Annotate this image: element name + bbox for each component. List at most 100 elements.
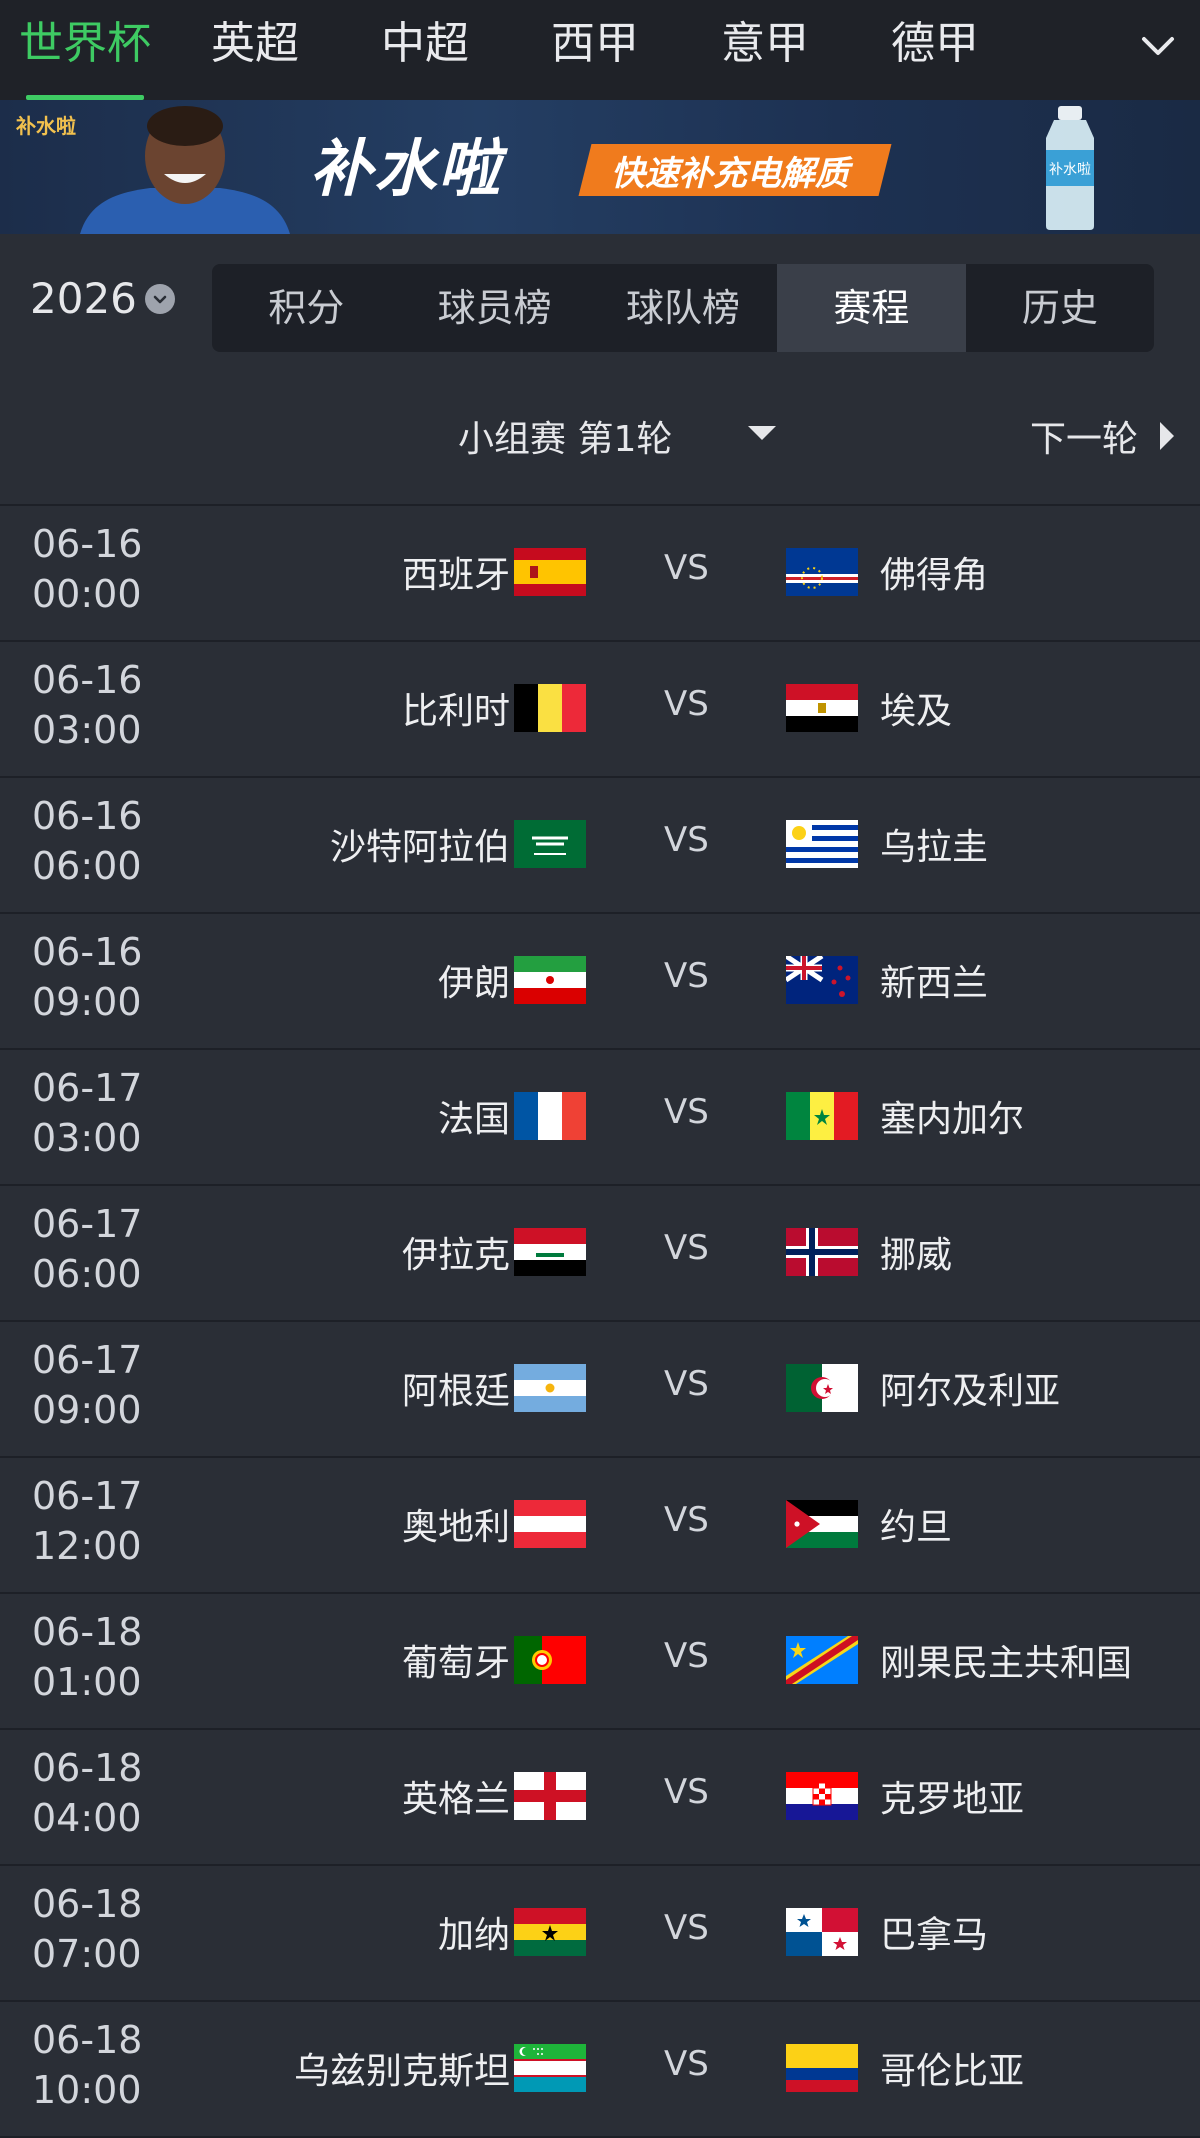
match-row[interactable]: 06-16 09:00 伊朗 VS 新西兰 [0,914,1200,1050]
match-date: 06-17 [32,1474,143,1518]
match-date: 06-18 [32,1746,143,1790]
tab-history[interactable]: 历史 [966,264,1154,352]
match-row[interactable]: 06-16 00:00 西班牙 VS 佛得角 [0,506,1200,642]
home-team-name: 伊拉克 [401,1235,510,1276]
banner-brand: 补水啦 [310,132,503,205]
away-team-name: 挪威 [880,1235,953,1276]
match-row[interactable]: 06-18 10:00 乌兹别克斯坦 VS 哥伦比亚 [0,2002,1200,2138]
match-row[interactable]: 06-18 07:00 加纳 VS 巴拿马 [0,1866,1200,2002]
match-row[interactable]: 06-17 06:00 伊拉克 VS 挪威 [0,1186,1200,1322]
match-date: 06-16 [32,794,143,838]
match-date: 06-18 [32,2018,143,2062]
tab-player-rankings[interactable]: 球员榜 [400,264,588,352]
match-date: 06-16 [32,930,143,974]
home-team-name: 加纳 [437,1915,510,1956]
next-arrow-icon[interactable] [1160,422,1174,450]
home-team-name: 伊朗 [437,963,510,1004]
tab-premier-league[interactable]: 英超 [170,0,340,100]
home-team-name: 英格兰 [401,1779,510,1820]
tab-team-rankings[interactable]: 球队榜 [589,264,777,352]
tab-serie-a[interactable]: 意甲 [680,0,850,100]
away-team-name: 哥伦比亚 [880,2051,1025,2092]
home-team-name: 西班牙 [401,555,510,596]
match-date: 06-18 [32,1610,143,1654]
match-row[interactable]: 06-17 09:00 阿根廷 VS 阿尔及利亚 [0,1322,1200,1458]
season-selector[interactable]: 2026 [30,274,175,323]
ad-banner[interactable]: 补水啦 补水啦 快速补充电解质 补水啦 [0,100,1200,234]
tab-bundesliga[interactable]: 德甲 [850,0,1020,100]
round-selector[interactable]: 小组赛 第1轮 [458,410,672,462]
match-date: 06-17 [32,1338,143,1382]
next-round-button[interactable]: 下一轮 [1030,410,1138,462]
away-team-flag-icon [786,1908,858,1956]
match-time: 12:00 [32,1524,142,1568]
vs-label: VS [664,1364,709,1404]
away-team-name: 阿尔及利亚 [880,1371,1061,1412]
home-team-flag-icon [514,684,586,732]
match-list: 06-16 00:00 西班牙 VS 佛得角 06-16 03:00 比利时 VS 埃及 06-16… [0,506,1200,2138]
match-row[interactable]: 06-18 01:00 葡萄牙 VS 刚果民主共和国 [0,1594,1200,1730]
home-team-flag-icon [514,956,586,1004]
season-dropdown-icon [144,283,175,314]
home-team-flag-icon [514,1772,586,1820]
away-team-name: 乌拉圭 [880,827,989,868]
home-team-flag-icon [514,1908,586,1956]
away-team-flag-icon [786,548,858,596]
away-team-flag-icon [786,1228,858,1276]
home-team-name: 沙特阿拉伯 [329,827,510,868]
home-team-flag-icon [514,1092,586,1140]
vs-label: VS [664,1908,709,1948]
bottle-label: 补水啦 [1049,161,1091,178]
away-team-flag-icon [786,1500,858,1548]
away-team-flag-icon [786,1092,858,1140]
tab-csl[interactable]: 中超 [340,0,510,100]
vs-label: VS [664,820,709,860]
vs-label: VS [664,1636,709,1676]
vs-label: VS [664,2044,709,2084]
match-time: 04:00 [32,1796,142,1840]
tab-standings[interactable]: 积分 [212,264,400,352]
round-dropdown-icon[interactable] [748,426,776,440]
away-team-name: 佛得角 [880,555,989,596]
match-row[interactable]: 06-16 03:00 比利时 VS 埃及 [0,642,1200,778]
away-team-name: 巴拿马 [880,1915,989,1956]
bottle-image: 补水啦 [1030,104,1110,232]
match-row[interactable]: 06-17 12:00 奥地利 VS 约旦 [0,1458,1200,1594]
match-time: 09:00 [32,1388,142,1432]
vs-label: VS [664,1092,709,1132]
away-team-name: 埃及 [880,691,953,732]
sub-header: 2026 积分 球员榜 球队榜 赛程 历史 [0,234,1200,384]
season-year: 2026 [30,274,137,323]
away-team-flag-icon [786,1772,858,1820]
match-time: 00:00 [32,572,142,616]
match-time: 03:00 [32,1116,142,1160]
home-team-name: 奥地利 [401,1507,510,1548]
away-team-flag-icon [786,2044,858,2092]
vs-label: VS [664,684,709,724]
vs-label: VS [664,1228,709,1268]
home-team-name: 葡萄牙 [401,1643,510,1684]
match-row[interactable]: 06-18 04:00 英格兰 VS 克罗地亚 [0,1730,1200,1866]
segment-tabs: 积分 球员榜 球队榜 赛程 历史 [212,264,1154,352]
home-team-flag-icon [514,1364,586,1412]
away-team-flag-icon [786,956,858,1004]
vs-label: VS [664,956,709,996]
vs-label: VS [664,1772,709,1812]
tab-schedule[interactable]: 赛程 [777,264,966,352]
match-time: 01:00 [32,1660,142,1704]
match-time: 09:00 [32,980,142,1024]
match-row[interactable]: 06-16 06:00 沙特阿拉伯 VS 乌拉圭 [0,778,1200,914]
match-date: 06-16 [32,522,143,566]
home-team-flag-icon [514,2044,586,2092]
match-time: 10:00 [32,2068,142,2112]
tab-world-cup[interactable]: 世界杯 [0,0,170,100]
home-team-flag-icon [514,1636,586,1684]
home-team-flag-icon [514,820,586,868]
match-row[interactable]: 06-17 03:00 法国 VS 塞内加尔 [0,1050,1200,1186]
tab-la-liga[interactable]: 西甲 [510,0,680,100]
match-date: 06-18 [32,1882,143,1926]
home-team-name: 法国 [437,1099,510,1140]
chevron-down-icon[interactable] [1138,26,1178,66]
home-team-name: 比利时 [401,691,510,732]
away-team-flag-icon [786,684,858,732]
